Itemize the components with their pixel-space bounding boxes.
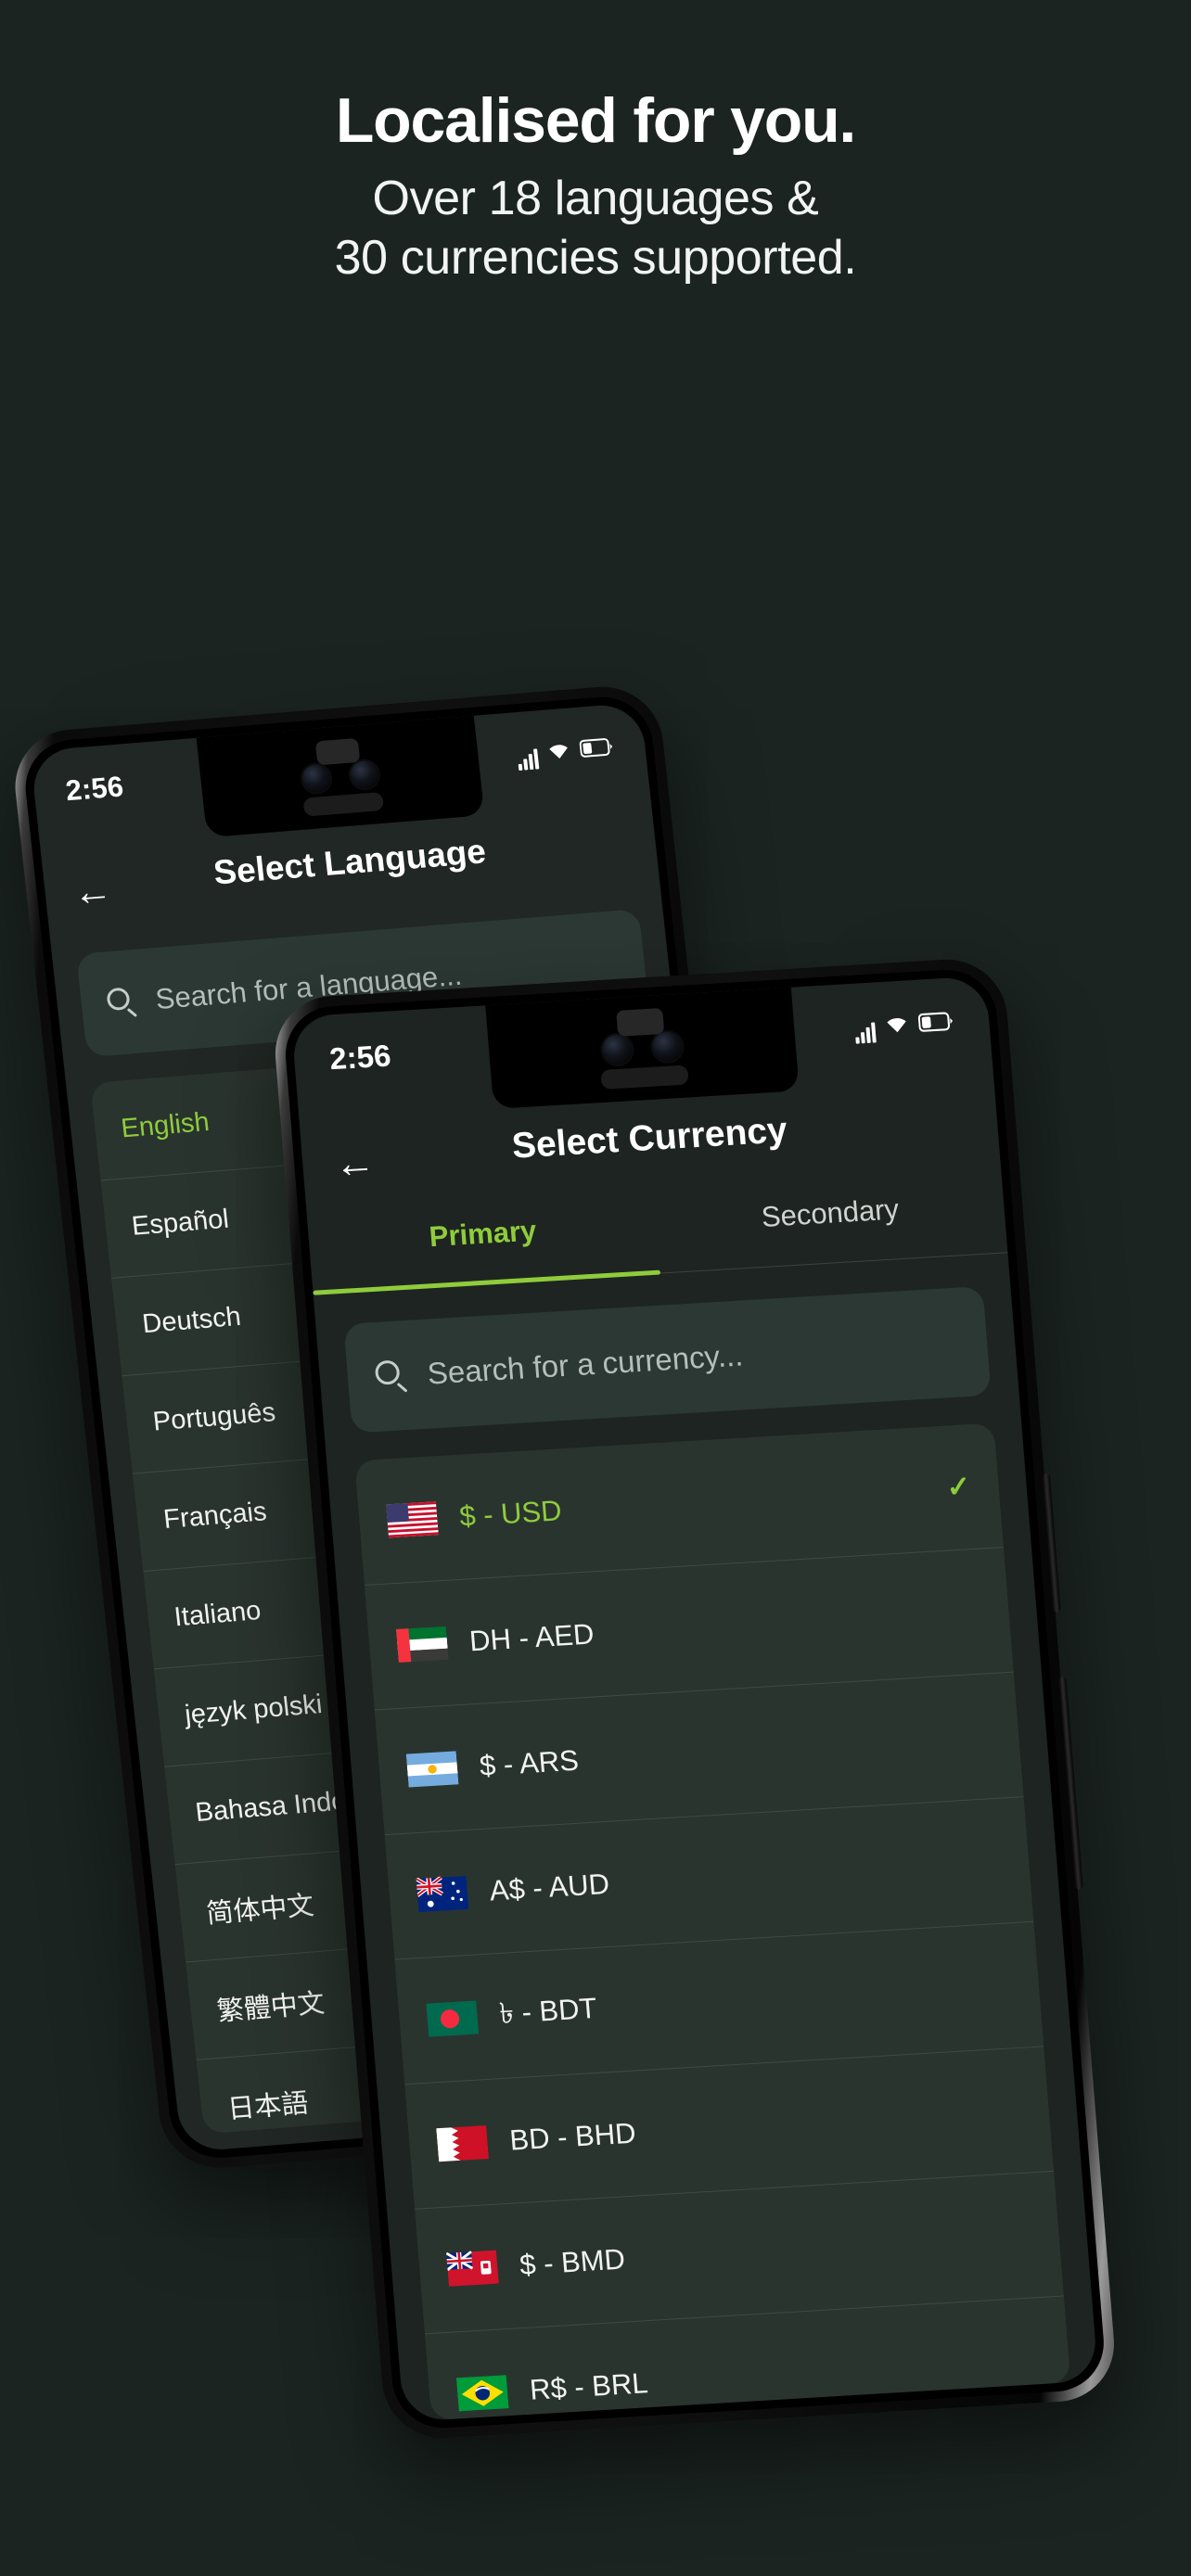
currency-label: $ - ARS: [478, 1743, 581, 1782]
tab-secondary-label: Secondary: [760, 1192, 901, 1233]
search-input-currency[interactable]: Search for a currency...: [343, 1285, 992, 1434]
hero-subtitle-line-1: Over 18 languages &: [372, 172, 819, 225]
power-button[interactable]: [1042, 1473, 1061, 1613]
back-arrow-icon[interactable]: ←: [333, 1140, 378, 1187]
hero-subtitle-line-2: 30 currencies supported.: [334, 231, 857, 286]
search-icon: [374, 1359, 409, 1393]
status-clock: 2:56: [64, 770, 125, 808]
wifi-icon: [883, 1009, 911, 1041]
language-label: 日本語: [225, 2087, 311, 2124]
hero-subtitle: Over 18 languages & 30 currencies suppor…: [0, 169, 1191, 288]
language-label: Deutsch: [140, 1301, 243, 1340]
signal-bars-icon: [854, 1022, 877, 1044]
flag-ae-icon: [395, 1626, 449, 1664]
search-icon: [106, 987, 138, 1018]
flag-ar-icon: [405, 1750, 459, 1788]
language-label: Italiano: [173, 1596, 263, 1633]
currency-label: $ - USD: [457, 1494, 563, 1533]
check-icon: ✓: [945, 1470, 972, 1504]
tab-primary[interactable]: Primary: [308, 1207, 660, 1293]
phone2-bezel: 2:56 ← Select Currency Primary Secondary…: [281, 966, 1108, 2431]
currency-label: DH - AED: [467, 1617, 596, 1658]
signal-bars-icon: [517, 747, 540, 771]
language-label: Português: [151, 1397, 277, 1437]
flag-us-icon: [386, 1500, 439, 1538]
language-label: język polski: [183, 1690, 324, 1730]
currency-label: ৳ - BDT: [498, 1991, 598, 2031]
flag-au-icon: [416, 1875, 469, 1913]
phone-mockup-currency: 2:56 ← Select Currency Primary Secondary…: [271, 956, 1119, 2442]
flag-bh-icon: [436, 2124, 490, 2162]
page-title: Localised for you.: [335, 85, 856, 156]
back-arrow-icon[interactable]: ←: [70, 868, 114, 914]
search-placeholder-currency: Search for a currency...: [426, 1337, 745, 1391]
status-system-icons: [516, 732, 615, 771]
hero-text-block: Localised for you. Over 18 languages & 3…: [0, 89, 1191, 288]
flag-bd-icon: [426, 2000, 480, 2038]
currency-label: BD - BHD: [508, 2116, 637, 2157]
currency-list[interactable]: $ - USD ✓ DH - AED $ - ARS A$ - AUD ৳ - BDT BD…: [354, 1422, 1071, 2421]
language-label: English: [119, 1106, 211, 1144]
language-label: Español: [130, 1204, 231, 1242]
language-label: 简体中文: [204, 1890, 316, 1929]
flag-br-icon: [455, 2374, 509, 2412]
language-label: 繁體中文: [215, 1988, 327, 2027]
status-system-icons: [853, 1006, 955, 1044]
language-label: Français: [161, 1497, 269, 1535]
phone2-screen: 2:56 ← Select Currency Primary Secondary…: [290, 976, 1099, 2422]
tab-secondary[interactable]: Secondary: [655, 1187, 1007, 1272]
currency-label: A$ - AUD: [488, 1867, 611, 1907]
battery-low-icon: [917, 1006, 955, 1039]
flag-bm-icon: [445, 2250, 499, 2288]
battery-low-icon: [579, 732, 615, 765]
currency-label: R$ - BRL: [528, 2366, 649, 2406]
tab-primary-label: Primary: [428, 1214, 538, 1254]
status-clock: 2:56: [327, 1038, 392, 1077]
currency-label: $ - BMD: [518, 2242, 627, 2282]
wifi-icon: [545, 735, 572, 768]
promo-screenshot: Localised for you. Over 18 languages & 3…: [0, 0, 1191, 2576]
